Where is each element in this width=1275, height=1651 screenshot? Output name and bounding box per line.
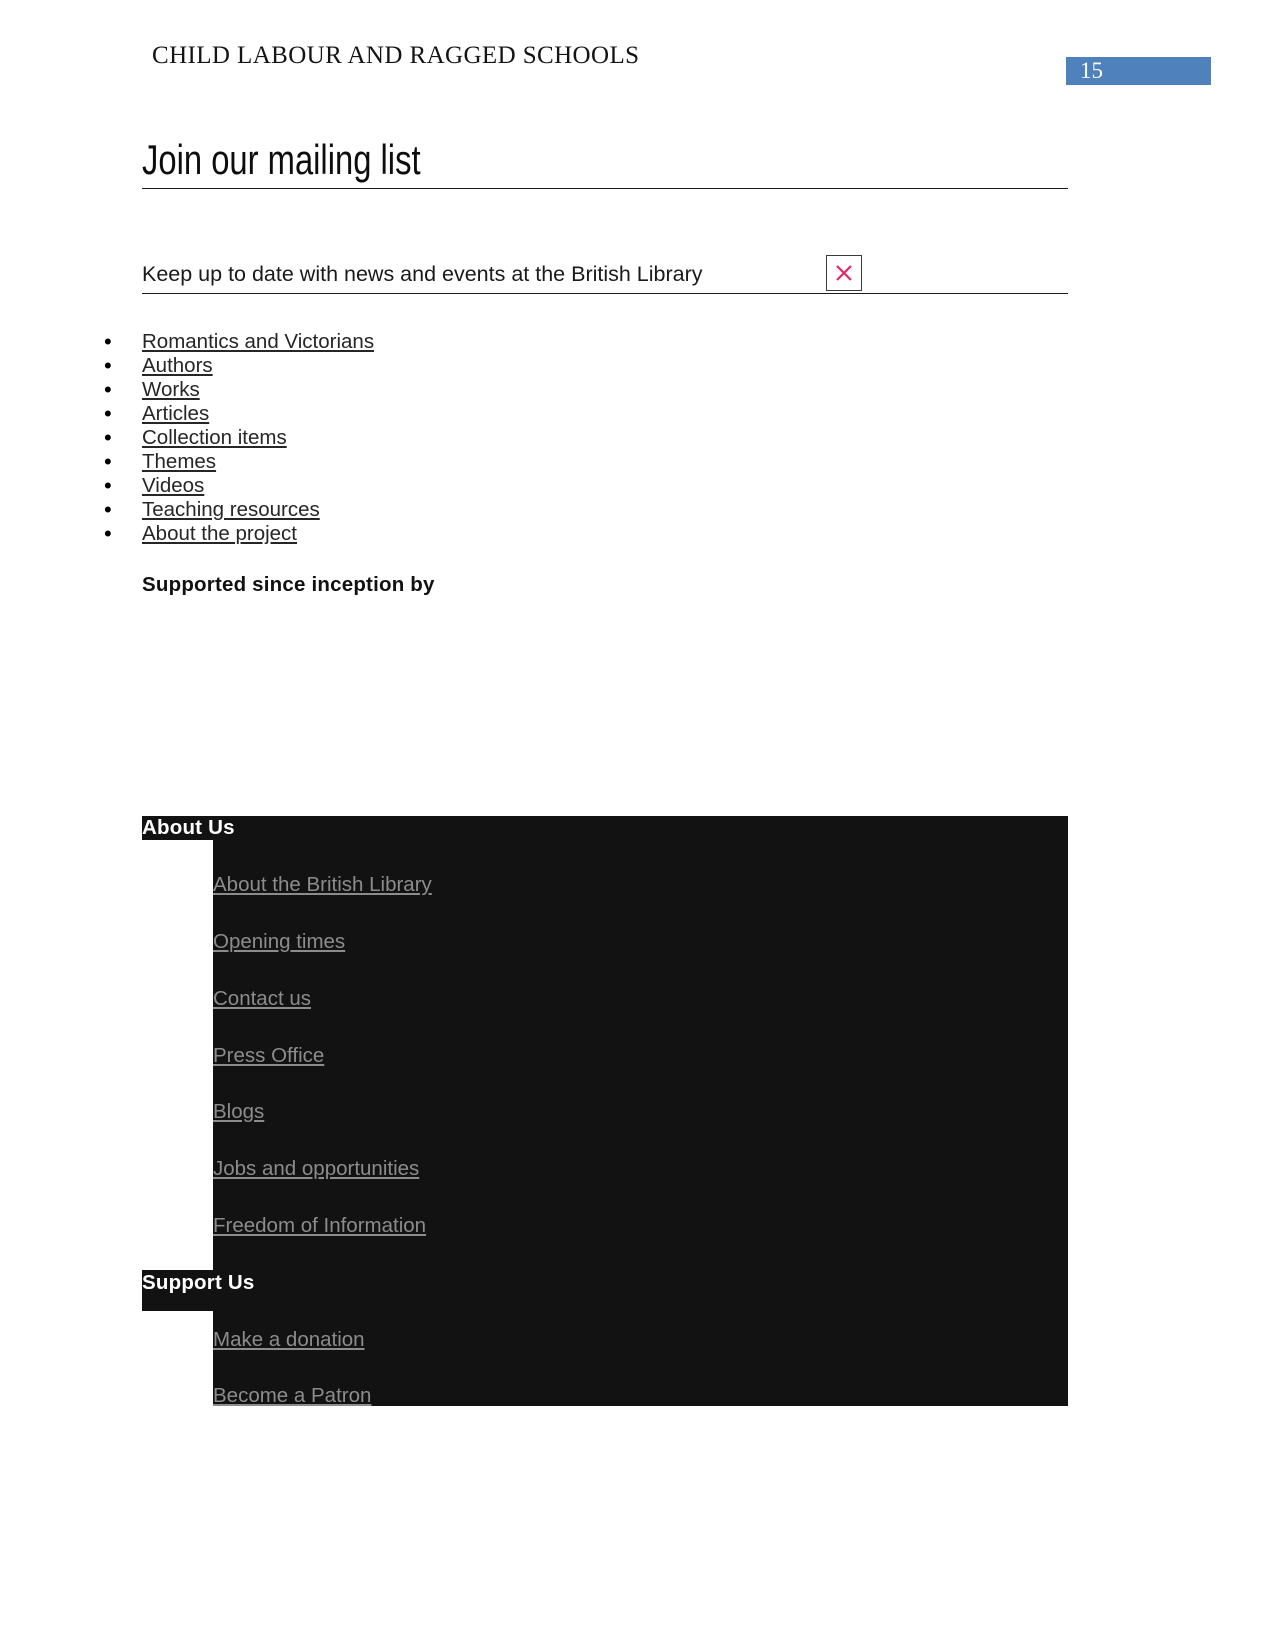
- nav-link-about-the-project[interactable]: About the project: [142, 522, 297, 545]
- footer-link-become-a-patron[interactable]: Become a Patron: [213, 1384, 371, 1408]
- nav-link-themes[interactable]: Themes: [142, 450, 216, 473]
- list-item[interactable]: • Articles: [104, 402, 642, 426]
- bullet-icon: •: [104, 521, 112, 546]
- supported-since-inception-heading: Supported since inception by: [142, 573, 435, 596]
- running-header-title: CHILD LABOUR AND RAGGED SCHOOLS: [152, 42, 640, 69]
- nav-link-collection-items[interactable]: Collection items: [142, 426, 287, 449]
- page-number-badge: 15: [1066, 57, 1211, 85]
- footer-link-contact-us[interactable]: Contact us: [213, 987, 311, 1011]
- bullet-icon: •: [104, 449, 112, 474]
- site-footer: About Us About the British Library Openi…: [142, 816, 1068, 1408]
- subscribe-text: Keep up to date with news and events at …: [142, 262, 703, 286]
- footer-heading-support-us: Support Us: [142, 1271, 255, 1294]
- nav-link-teaching-resources[interactable]: Teaching resources: [142, 498, 320, 521]
- nav-link-authors[interactable]: Authors: [142, 354, 213, 377]
- bullet-icon: •: [104, 425, 112, 450]
- nav-link-romantics-and-victorians[interactable]: Romantics and Victorians: [142, 330, 374, 353]
- footer-gutter-notch: [142, 840, 213, 1270]
- list-item[interactable]: • Collection items: [104, 426, 642, 450]
- footer-link-press-office[interactable]: Press Office: [213, 1044, 324, 1068]
- nav-link-works[interactable]: Works: [142, 378, 200, 401]
- document-header: CHILD LABOUR AND RAGGED SCHOOLS 15: [0, 0, 1275, 110]
- mailing-list-title-row: Join our mailing list: [142, 136, 1068, 189]
- bullet-icon: •: [104, 353, 112, 378]
- page-title: Join our mailing list: [142, 136, 421, 183]
- nav-link-articles[interactable]: Articles: [142, 402, 209, 425]
- footer-link-blogs[interactable]: Blogs: [213, 1100, 264, 1124]
- list-item[interactable]: • Romantics and Victorians: [104, 330, 642, 354]
- footer-link-make-a-donation[interactable]: Make a donation: [213, 1328, 365, 1352]
- nav-link-videos[interactable]: Videos: [142, 474, 204, 497]
- list-item[interactable]: • Themes: [104, 450, 642, 474]
- footer-link-jobs-and-opportunities[interactable]: Jobs and opportunities: [213, 1157, 419, 1181]
- broken-image-icon: [826, 255, 862, 291]
- bullet-icon: •: [104, 473, 112, 498]
- list-item[interactable]: • Authors: [104, 354, 642, 378]
- bullet-icon: •: [104, 377, 112, 402]
- list-item[interactable]: • About the project: [104, 522, 642, 546]
- bullet-icon: •: [104, 401, 112, 426]
- footer-gutter-notch: [142, 1311, 213, 1406]
- subscribe-row: Keep up to date with news and events at …: [142, 255, 1068, 294]
- bullet-icon: •: [104, 497, 112, 522]
- footer-link-about-the-british-library[interactable]: About the British Library: [213, 873, 432, 897]
- list-item[interactable]: • Works: [104, 378, 642, 402]
- list-item[interactable]: • Videos: [104, 474, 642, 498]
- site-nav-link-list: • Romantics and Victorians • Authors • W…: [104, 330, 642, 546]
- bullet-icon: •: [104, 329, 112, 354]
- footer-link-opening-times[interactable]: Opening times: [213, 930, 345, 954]
- list-item[interactable]: • Teaching resources: [104, 498, 642, 522]
- footer-heading-about-us: About Us: [142, 816, 235, 839]
- footer-link-freedom-of-information[interactable]: Freedom of Information: [213, 1214, 426, 1238]
